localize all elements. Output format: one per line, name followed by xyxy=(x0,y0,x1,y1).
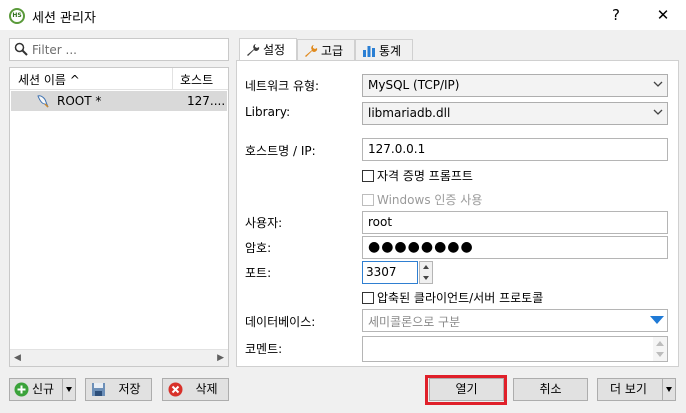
password-field[interactable]: ●●●●●●●● xyxy=(362,236,668,259)
filter-input[interactable]: Filter ... xyxy=(9,38,229,61)
comment-label: 코멘트: xyxy=(245,342,283,356)
filter-placeholder: Filter ... xyxy=(32,43,77,57)
session-list-header: 세션 이름 ^ 호스트 xyxy=(10,68,228,90)
dolphin-icon xyxy=(37,95,49,108)
search-icon xyxy=(14,42,28,56)
session-host: 127.... xyxy=(187,94,226,108)
column-session-name[interactable]: 세션 이름 ^ xyxy=(10,68,173,89)
user-field[interactable]: root xyxy=(362,211,668,234)
save-button-label: 저장 xyxy=(118,382,141,396)
save-icon xyxy=(92,383,105,396)
chevron-down-icon xyxy=(653,109,663,115)
host-field[interactable]: 127.0.0.1 xyxy=(362,138,668,161)
horizontal-scrollbar[interactable]: ◀ ▶ xyxy=(10,349,228,366)
window-title: 세션 관리자 xyxy=(32,11,96,26)
windows-auth-checkbox[interactable]: Windows 인증 사용 xyxy=(362,191,482,208)
wrench-icon xyxy=(247,44,260,56)
host-value: 127.0.0.1 xyxy=(368,142,426,156)
tab-settings[interactable]: 설정 xyxy=(239,38,297,60)
tab-advanced[interactable]: 고급 xyxy=(297,39,355,60)
triangle-down-icon[interactable] xyxy=(650,315,664,325)
plus-icon xyxy=(14,382,29,397)
more-button-label: 더 보기 xyxy=(610,382,647,396)
session-list[interactable]: 세션 이름 ^ 호스트 ROOT * 127.... ◀ ▶ xyxy=(9,67,229,367)
column-host[interactable]: 호스트 xyxy=(174,68,219,89)
more-button[interactable]: 더 보기 xyxy=(597,378,676,401)
tab-statistics-label: 통계 xyxy=(379,44,402,58)
user-label: 사용자: xyxy=(245,216,283,230)
help-button[interactable]: ? xyxy=(604,4,628,26)
tab-statistics[interactable]: 통계 xyxy=(355,39,413,60)
cancel-button[interactable]: 취소 xyxy=(513,378,588,401)
scroll-right-icon[interactable]: ▶ xyxy=(217,353,224,363)
network-type-select[interactable]: MySQL (TCP/IP) xyxy=(362,74,668,97)
user-value: root xyxy=(368,215,393,229)
session-manager-body: Filter ... 세션 이름 ^ 호스트 ROOT * 127.... ◀ … xyxy=(0,30,686,413)
bar-chart-icon xyxy=(363,46,375,57)
compressed-protocol-label: 압축된 클라이언트/서버 프로토콜 xyxy=(377,291,544,305)
network-type-value: MySQL (TCP/IP) xyxy=(368,78,460,92)
cancel-button-label: 취소 xyxy=(539,382,562,396)
app-logo-icon: HS xyxy=(9,8,25,24)
session-name: ROOT * xyxy=(57,94,102,108)
comment-scrollbar[interactable] xyxy=(653,337,667,361)
session-row[interactable]: ROOT * 127.... xyxy=(11,91,227,111)
new-button-label: 신규 xyxy=(32,382,55,396)
compressed-protocol-checkbox[interactable]: 압축된 클라이언트/서버 프로토콜 xyxy=(362,289,543,306)
comment-field[interactable] xyxy=(362,336,668,362)
library-select[interactable]: libmariadb.dll xyxy=(362,102,668,125)
settings-panel: 네트워크 유형: MySQL (TCP/IP) Library: libmari… xyxy=(236,60,679,367)
wrench-orange-icon xyxy=(305,45,318,57)
scroll-left-icon[interactable]: ◀ xyxy=(14,353,21,363)
windows-auth-label: Windows 인증 사용 xyxy=(377,193,483,207)
databases-field[interactable]: 세미콜론으로 구분 xyxy=(362,309,668,332)
new-button[interactable]: 신규 xyxy=(9,378,76,401)
port-value: 3307 xyxy=(366,265,397,279)
scroll-up-icon[interactable] xyxy=(656,340,664,346)
chevron-down-icon[interactable] xyxy=(662,379,675,400)
prompt-credentials-label: 자격 증명 프롬프트 xyxy=(377,169,473,183)
host-label: 호스트명 / IP: xyxy=(245,144,316,158)
close-button[interactable]: ✕ xyxy=(651,4,675,26)
password-value: ●●●●●●●● xyxy=(368,239,474,255)
port-stepper[interactable] xyxy=(419,261,433,284)
chevron-down-icon[interactable] xyxy=(62,379,75,400)
save-button[interactable]: 저장 xyxy=(85,378,152,401)
checkbox-box xyxy=(362,170,374,182)
library-label: Library: xyxy=(245,105,291,119)
tab-settings-label: 설정 xyxy=(263,43,286,57)
port-field[interactable]: 3307 xyxy=(362,261,418,284)
checkbox-box xyxy=(362,194,374,206)
highlight-box xyxy=(425,375,507,405)
delete-button-label: 삭제 xyxy=(195,382,218,396)
library-value: libmariadb.dll xyxy=(368,106,451,120)
delete-button[interactable]: 삭제 xyxy=(162,378,229,401)
title-bar: HS 세션 관리자 ? ✕ xyxy=(0,0,686,30)
tab-advanced-label: 고급 xyxy=(321,44,344,58)
delete-icon xyxy=(168,382,183,397)
databases-placeholder: 세미콜론으로 구분 xyxy=(368,315,461,329)
stepper-down-icon[interactable] xyxy=(423,276,429,280)
port-label: 포트: xyxy=(245,266,272,280)
prompt-credentials-checkbox[interactable]: 자격 증명 프롬프트 xyxy=(362,167,473,184)
chevron-down-icon xyxy=(653,81,663,87)
scroll-down-icon[interactable] xyxy=(656,352,664,358)
network-type-label: 네트워크 유형: xyxy=(245,79,320,93)
stepper-up-icon[interactable] xyxy=(423,265,429,269)
checkbox-box xyxy=(362,292,374,304)
password-label: 암호: xyxy=(245,241,272,255)
databases-label: 데이터베이스: xyxy=(245,315,316,329)
